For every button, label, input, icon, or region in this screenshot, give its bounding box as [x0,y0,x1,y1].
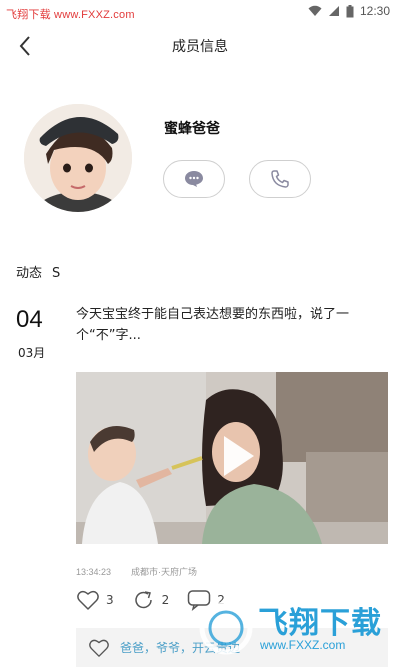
share-count: 2 [161,593,170,607]
watermark-logo-icon [199,601,253,655]
chat-bubble-icon [185,171,203,187]
like-count: 3 [106,593,114,607]
phone-icon [271,170,289,188]
post-location: 成都市·天府广场 [131,567,198,577]
watermark-text: 飞翔下载 [258,606,382,641]
nav-bar: 成员信息 [0,24,400,68]
post-day: 04 [16,306,43,333]
like-button[interactable]: 3 [76,589,114,611]
heart-outline-icon [89,639,109,657]
status-icons: 12:30 [308,4,390,18]
wifi-icon [308,5,322,16]
feed-count: S [52,266,61,281]
status-time: 12:30 [359,4,390,18]
post-time: 13:34:23 [76,567,112,577]
post-video[interactable] [76,372,388,544]
share-button[interactable]: 2 [132,589,170,611]
avatar-image [24,104,132,212]
post-meta: 13:34:23 成都市·天府广场 [76,565,197,578]
feed-header: 动态 S [16,262,60,281]
watermark-url: www.FXXZ.com [260,638,346,652]
battery-icon [346,4,354,17]
refresh-share-icon [134,591,152,609]
avatar [24,104,132,212]
message-button[interactable] [163,160,225,198]
member-name: 蜜蜂爸爸 [164,121,220,137]
signal-icon [328,6,339,16]
page-title: 成员信息 [172,39,228,55]
post-text: 今天宝宝终于能自己表达想要的东西啦，说了一个“不”字... [76,307,350,343]
post-month: 03月 [18,346,46,360]
heart-icon [77,590,99,610]
status-bar: 飞翔下载 www.FXXZ.com 12:30 [0,0,400,24]
call-button[interactable] [249,160,311,198]
site-watermark: 飞翔下载 www.FXXZ.com [198,596,398,656]
top-watermark-text: 飞翔下载 www.FXXZ.com [6,9,135,21]
feed-label: 动态 [16,266,43,281]
video-thumbnail [76,372,388,544]
